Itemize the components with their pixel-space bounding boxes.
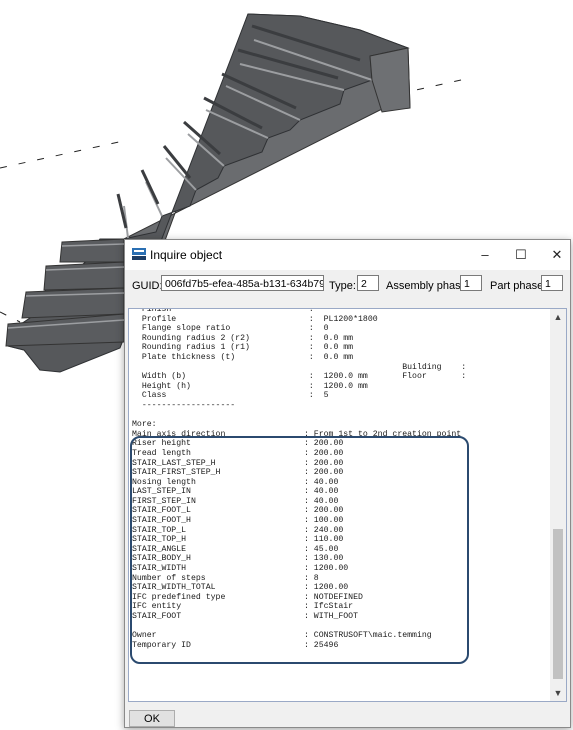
inquire-object-dialog: Inquire object – ☐ ✕ GUID: 006fd7b5-efea… bbox=[124, 239, 571, 728]
report-line: More: bbox=[132, 420, 157, 430]
guid-label: GUID: bbox=[132, 280, 163, 292]
maximize-button[interactable]: ☐ bbox=[501, 240, 541, 270]
assembly-phase-field[interactable]: 1 bbox=[460, 275, 482, 291]
window-title: Inquire object bbox=[150, 248, 223, 262]
object-header-fields: GUID: 006fd7b5-efea-485a-b131-634b7991b4… bbox=[125, 270, 570, 302]
report-line: Profile : PL1200*1800 bbox=[132, 314, 378, 324]
guid-field[interactable]: 006fd7b5-efea-485a-b131-634b7991b4e bbox=[161, 275, 324, 291]
chevron-up-icon[interactable]: ▲ bbox=[550, 309, 566, 325]
lower-steps bbox=[5, 238, 125, 347]
report-line: Rounding radius 1 (r1) : 0.0 mm bbox=[132, 343, 354, 353]
report-line: ------------------- bbox=[132, 400, 236, 410]
type-field[interactable]: 2 bbox=[357, 275, 379, 291]
report-line: Flange slope ratio : 0 bbox=[132, 324, 329, 334]
part-phase-label: Part phase: bbox=[490, 280, 547, 292]
inquiry-report-panel[interactable]: Finish : Profile : PL1200*1800 Flange sl… bbox=[128, 308, 567, 702]
scroll-thumb[interactable] bbox=[553, 529, 563, 679]
tekla-app-icon bbox=[132, 248, 146, 260]
report-line: Width (b) : 1200.0 mm Floor : bbox=[132, 372, 467, 382]
report-line: Rounding radius 2 (r2) : 0.0 mm bbox=[132, 333, 354, 343]
close-button[interactable]: ✕ bbox=[537, 240, 573, 270]
title-bar[interactable]: Inquire object – ☐ ✕ bbox=[125, 240, 570, 270]
type-label: Type: bbox=[329, 280, 356, 292]
report-line: Height (h) : 1200.0 mm bbox=[132, 381, 368, 391]
ok-button[interactable]: OK bbox=[129, 710, 175, 727]
chevron-down-icon[interactable]: ▼ bbox=[550, 685, 566, 701]
report-line: Finish : bbox=[132, 308, 314, 314]
vertical-scrollbar[interactable]: ▲ ▼ bbox=[550, 309, 566, 701]
assembly-phase-label: Assembly phase: bbox=[386, 280, 470, 292]
more-section-highlight bbox=[130, 436, 469, 664]
report-line: Plate thickness (t) : 0.0 mm bbox=[132, 352, 354, 362]
part-phase-field[interactable]: 1 bbox=[541, 275, 563, 291]
report-line: Class : 5 bbox=[132, 391, 329, 401]
report-line: Building : bbox=[132, 362, 467, 372]
minimize-button[interactable]: – bbox=[465, 240, 505, 270]
